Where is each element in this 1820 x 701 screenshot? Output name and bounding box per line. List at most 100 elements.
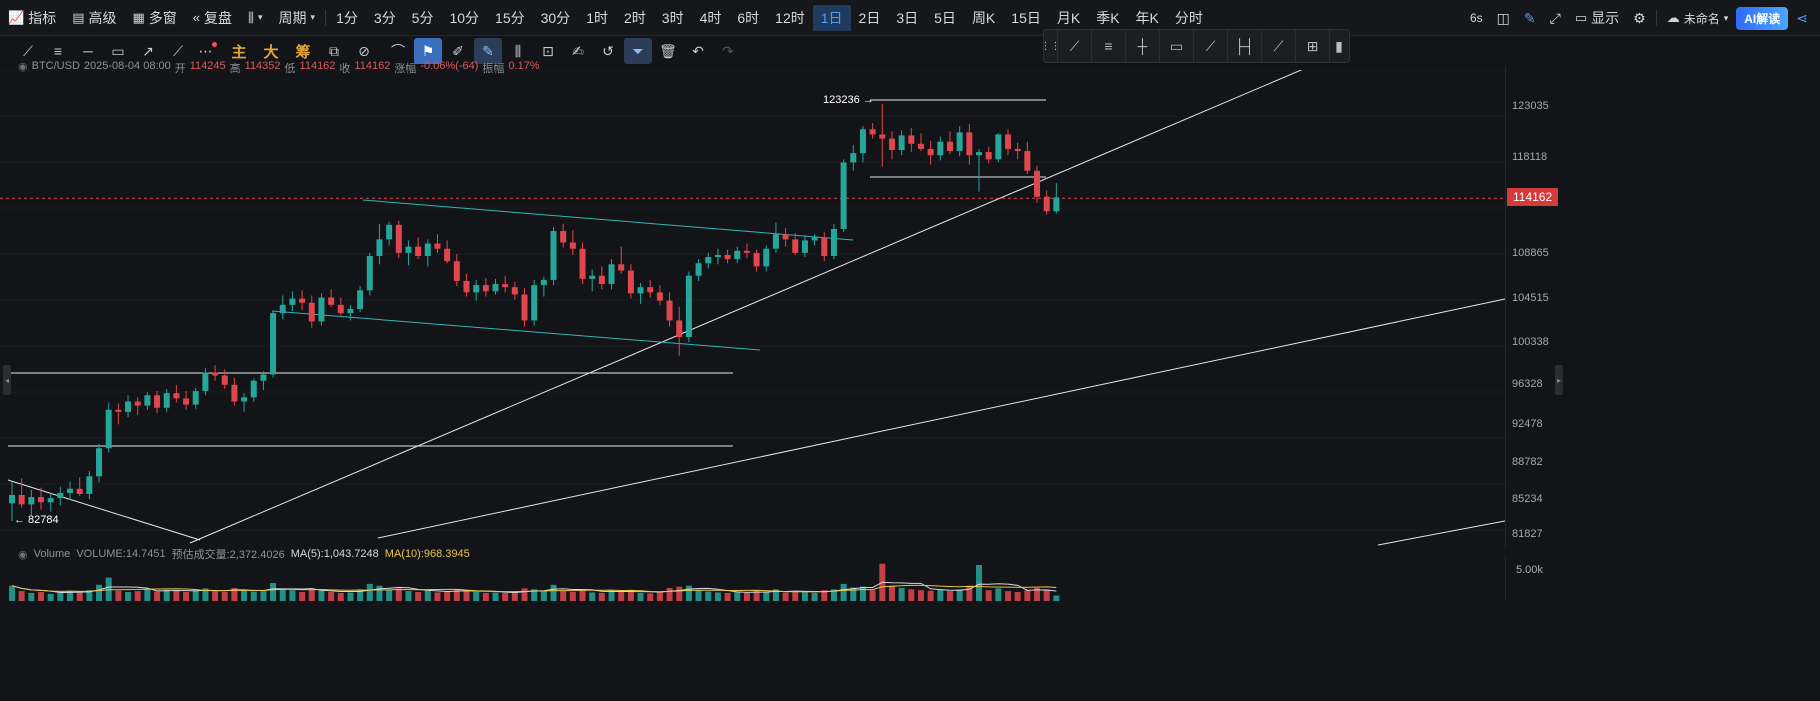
refresh-interval[interactable]: 6s [1464,0,1489,36]
trend-line [7,479,201,541]
candle-body [656,292,663,301]
collapse-icon[interactable]: ▮ [1330,30,1348,62]
filter-icon[interactable]: ⏷ [624,38,652,64]
period-8[interactable]: 3时 [654,5,692,31]
chart-canvas[interactable]: 123236 → ← 82784 [0,70,1505,548]
redo-icon[interactable]: ↷ [714,38,742,64]
candle-body [540,279,547,286]
ray-icon[interactable]: ⟋ [1262,30,1296,62]
candle-body [888,138,895,151]
advanced-button[interactable]: ▤ 高级 [64,0,124,36]
candle-body [579,248,586,279]
volume-bar [1043,589,1050,601]
period-2[interactable]: 5分 [404,5,442,31]
indicator-button[interactable]: 📈 指标 [0,0,64,36]
candle-body [676,320,683,338]
candle-body [801,240,808,253]
period-3[interactable]: 10分 [441,5,487,31]
volume-bar [511,592,518,601]
volume-bar [976,565,982,601]
period-17[interactable]: 15日 [1003,5,1049,31]
volume-bar [289,590,296,601]
layout-button[interactable]: ☁ 未命名 ▾ [1661,0,1735,36]
camera-icon[interactable]: ◫ [1491,0,1516,36]
multiwindow-button[interactable]: ▦ 多窗 [124,0,184,36]
volume-bar [859,586,866,601]
undo-icon[interactable]: ↶ [684,38,712,64]
volume-bar [308,589,315,601]
range-icon[interactable]: ├┤ [1228,30,1262,62]
volume-bar [347,592,354,601]
drag-handle-icon[interactable]: ⋮⋮ [1041,30,1061,62]
right-collapse-handle[interactable]: ▸ [1555,365,1563,395]
volume-bar [134,591,141,601]
rectangle-icon[interactable]: ▭ [1160,30,1194,62]
settings-icon[interactable]: ⚙ [1627,0,1652,36]
period-11[interactable]: 12时 [767,5,813,31]
trash-icon[interactable]: 🗑 [654,38,682,64]
period-14[interactable]: 3日 [888,5,926,31]
period-9[interactable]: 4时 [692,5,730,31]
monitor-icon: ▭ [1574,10,1588,25]
volume-bar [1024,590,1031,601]
period-1[interactable]: 3分 [366,5,404,31]
period-0[interactable]: 1分 [328,5,366,31]
pen-icon[interactable]: ✎ [1518,0,1542,36]
volume-bar [260,591,267,601]
volume-bar [463,590,470,601]
lasso-icon[interactable]: ↺ [594,38,622,64]
price-axis[interactable]: 123035 118118 108865 104515 100338 96328 92478… [1505,66,1560,548]
volume-canvas[interactable] [0,556,1505,601]
cloud-icon: ☁ [1666,10,1680,25]
volume-bar [608,590,615,601]
price-tick: 85234 [1512,492,1543,505]
candle-body [357,290,364,309]
period-4[interactable]: 15分 [487,5,533,31]
period-15[interactable]: 5日 [926,5,964,31]
volume-bar [840,583,847,601]
top-right-controls: 6s ◫ ✎ ⤢ ▭ 显示 ⚙ ☁ 未命名 ▾ AI解读 ⋖ [1464,0,1820,36]
volume-bar [598,592,605,601]
left-collapse-handle[interactable]: ◂ [3,365,11,395]
candlestick-chart[interactable]: 123236 → ← 82784 [0,70,1560,548]
candle-body [502,284,509,288]
period-19[interactable]: 季K [1088,5,1127,31]
period-6[interactable]: 1时 [578,5,616,31]
candle-body [424,243,431,257]
candle-body [560,231,567,243]
price-tick: 92478 [1512,417,1543,430]
period-5[interactable]: 30分 [533,5,579,31]
line-icon[interactable]: ⟋ [1058,30,1092,62]
volume-bar [492,592,499,601]
period-dropdown[interactable]: 周期 ▾ [271,0,324,36]
ai-analysis-button[interactable]: AI解读 [1736,6,1789,30]
volume-bar [985,590,992,601]
candle-body [743,250,750,253]
edit-icon[interactable]: ✍ [564,38,592,64]
period-20[interactable]: 年K [1128,5,1167,31]
volume-pane[interactable] [0,556,1505,601]
horizontal-line-icon[interactable]: ┼ [1126,30,1160,62]
period-7[interactable]: 2时 [616,5,654,31]
expand-icon[interactable]: ⤢ [1544,0,1567,36]
candle-body [811,237,818,241]
period-10[interactable]: 6时 [729,5,767,31]
candle-body [86,476,93,494]
replay-button[interactable]: «复盘 [185,0,240,36]
period-16[interactable]: 周K [964,5,1003,31]
display-button[interactable]: ▭ 显示 [1569,0,1625,36]
chart-type-button[interactable]: ⫼ ▾ [240,0,271,36]
share-icon[interactable]: ⋖ [1790,0,1814,36]
period-12[interactable]: 1日 [812,4,851,31]
candle-body [434,243,441,249]
channel-icon[interactable]: ≡ [1092,30,1126,62]
period-18[interactable]: 月K [1049,5,1088,31]
candle-body [347,309,354,314]
volume-bar [96,584,103,601]
period-13[interactable]: 2日 [851,5,889,31]
candle-body [859,129,866,154]
period-21[interactable]: 分时 [1167,5,1211,31]
segment-icon[interactable]: ⟋ [1194,30,1228,62]
volume-bar [366,583,373,601]
add-drawing-icon[interactable]: ⊞ [1296,30,1330,62]
